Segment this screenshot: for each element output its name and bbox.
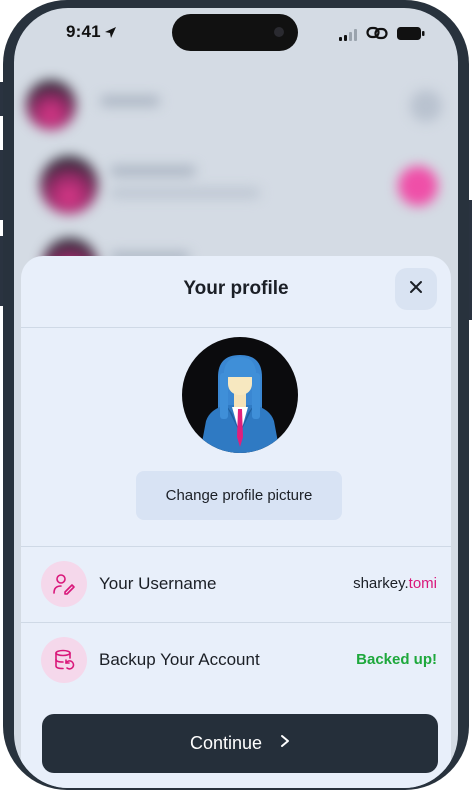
location-arrow-icon — [104, 26, 117, 44]
sheet-title: Your profile — [183, 278, 289, 299]
username-value: sharkey.tomi — [353, 575, 437, 592]
profile-illustration — [200, 355, 280, 453]
phone-frame: 9:41 Your profile Change profile picture… — [3, 0, 469, 790]
username-accent: tomi — [408, 575, 437, 592]
battery-icon — [397, 27, 425, 45]
profile-avatar — [182, 337, 298, 453]
phone-screen: 9:41 Your profile Change profile picture… — [14, 8, 458, 788]
username-label: Your Username — [99, 574, 217, 593]
signal-icon — [339, 28, 357, 46]
status-time: 9:41 — [66, 22, 101, 41]
link-icon — [366, 25, 388, 46]
chevron-right-icon — [280, 734, 290, 753]
profile-sheet: Your profile Change profile picture Your… — [21, 256, 451, 788]
user-edit-icon — [41, 561, 87, 607]
divider — [21, 327, 451, 328]
close-icon — [409, 280, 423, 299]
close-button[interactable] — [395, 268, 437, 310]
continue-button[interactable]: Continue — [42, 714, 438, 773]
username-prefix: sharkey. — [353, 575, 409, 592]
username-row[interactable]: Your Username sharkey.tomi — [21, 547, 451, 622]
avatar — [40, 156, 98, 214]
change-profile-picture-button[interactable]: Change profile picture — [136, 471, 342, 520]
avatar — [26, 80, 76, 130]
backup-label: Backup Your Account — [99, 650, 260, 669]
status-bar: 9:41 — [14, 8, 458, 58]
backup-row[interactable]: Backup Your Account Backed up! — [21, 623, 451, 698]
database-restore-icon — [41, 637, 87, 683]
backup-status: Backed up! — [356, 651, 437, 668]
camera-icon — [274, 27, 284, 37]
continue-label: Continue — [189, 733, 263, 753]
dynamic-island — [172, 14, 298, 51]
